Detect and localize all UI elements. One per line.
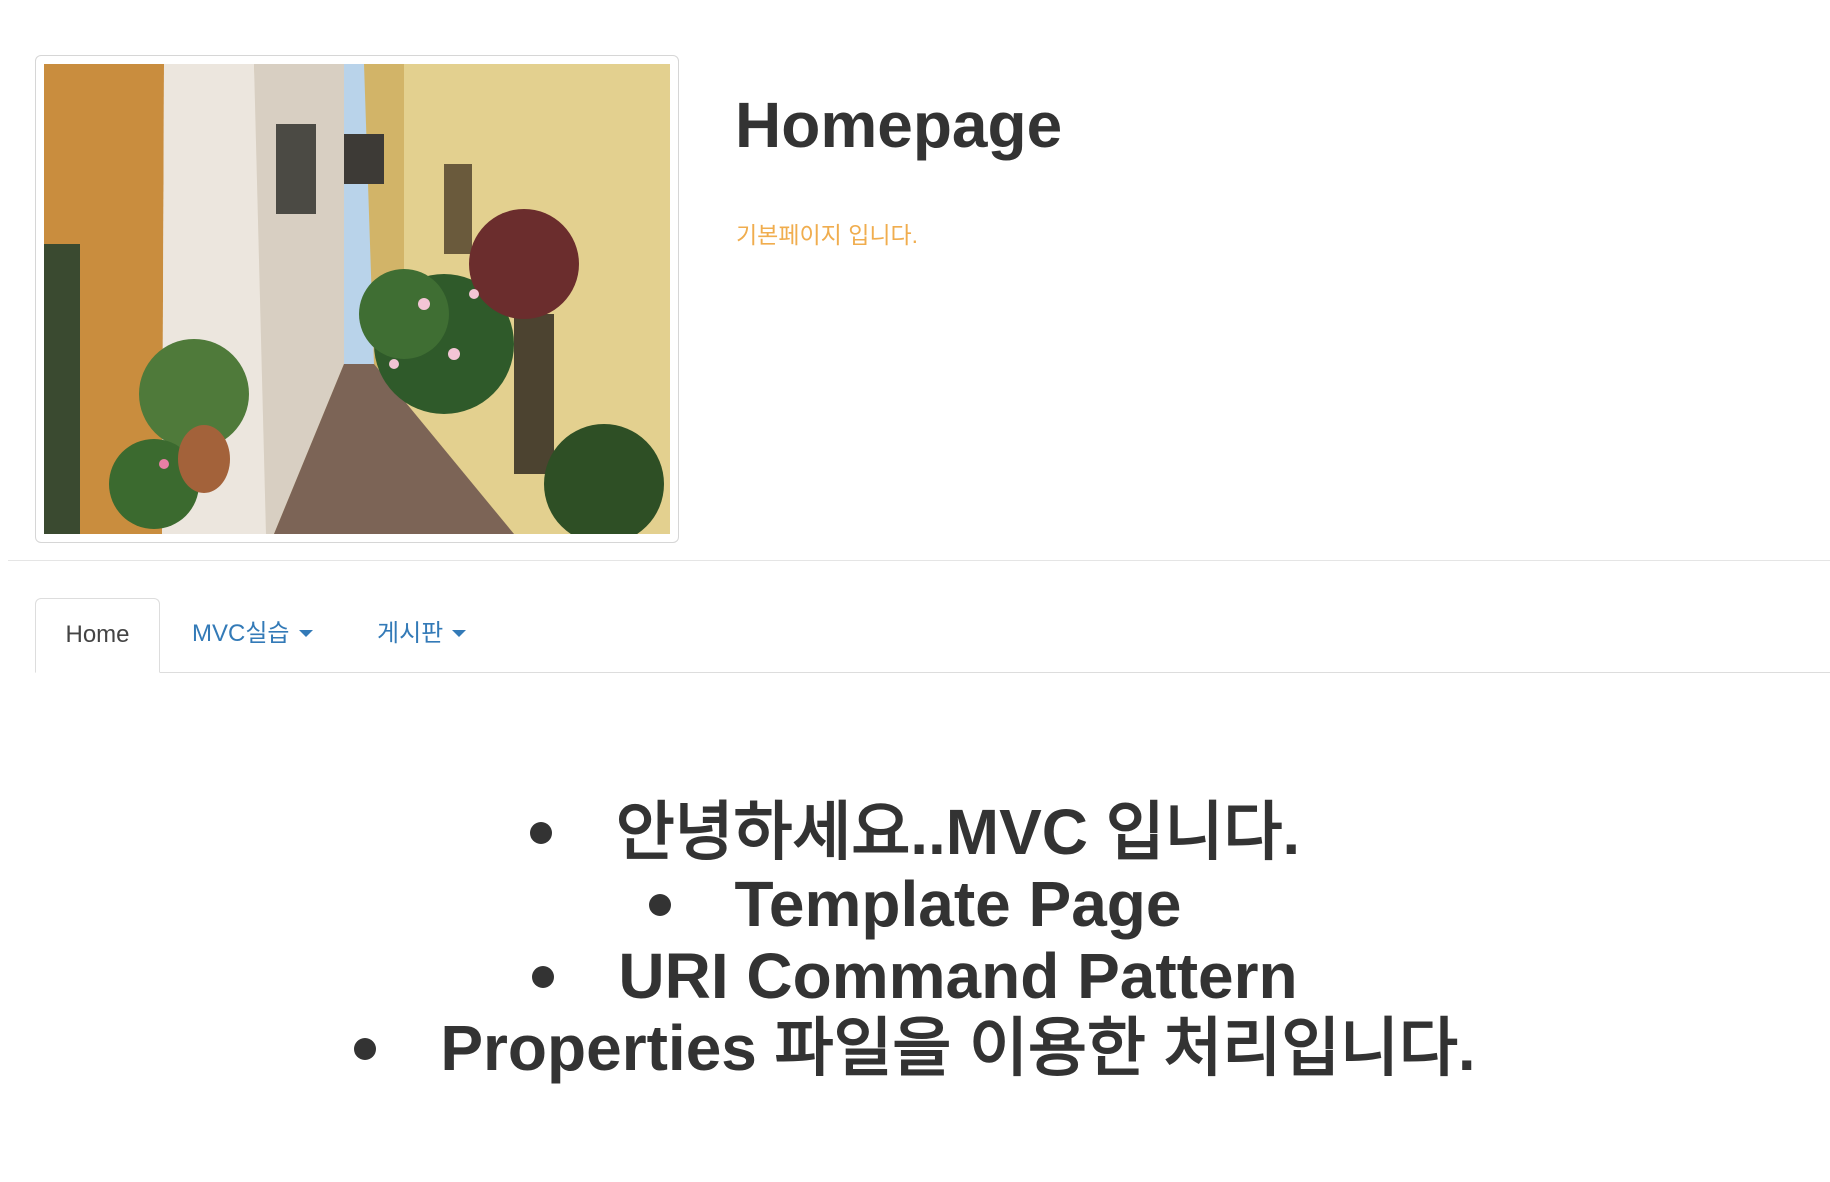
page: Homepage 기본페이지 입니다. Home MVC실습 게시판 안녕하세요… [0, 0, 1830, 1182]
header-image [35, 55, 679, 543]
list-item-text: URI Command Pattern [618, 940, 1298, 1012]
tab-board-label: 게시판 [377, 620, 444, 647]
nav-tabs: Home MVC실습 게시판 [35, 598, 1830, 673]
list-item-text: Properties 파일을 이용한 처리입니다. [440, 1012, 1476, 1084]
tab-mvc-practice[interactable]: MVC실습 [192, 598, 313, 672]
list-item: Template Page [0, 868, 1830, 940]
tab-home[interactable]: Home [35, 598, 160, 673]
tab-board[interactable]: 게시판 [377, 598, 467, 672]
header-divider [8, 560, 1830, 561]
bullet-icon [354, 1038, 377, 1061]
caret-down-icon [452, 630, 467, 638]
content-list: 안녕하세요..MVC 입니다. Template Page URI Comman… [0, 796, 1830, 1084]
bullet-icon [529, 822, 552, 845]
list-item: Properties 파일을 이용한 처리입니다. [0, 1012, 1830, 1084]
bullet-icon [648, 894, 671, 917]
list-item-text: 안녕하세요..MVC 입니다. [615, 796, 1301, 868]
page-title: Homepage [735, 89, 1063, 161]
tab-home-label: Home [65, 621, 130, 648]
list-item: 안녕하세요..MVC 입니다. [0, 796, 1830, 868]
bullet-icon [532, 966, 555, 989]
list-item: URI Command Pattern [0, 940, 1830, 1012]
list-item-text: Template Page [734, 868, 1182, 940]
caret-down-icon [298, 630, 313, 638]
page-subtitle: 기본페이지 입니다. [736, 222, 919, 248]
alley-photo [44, 64, 670, 534]
tab-mvc-practice-label: MVC실습 [192, 620, 290, 647]
